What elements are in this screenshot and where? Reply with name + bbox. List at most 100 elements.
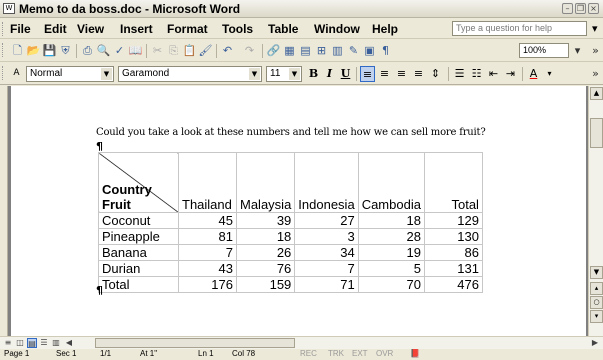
table-cell[interactable]: 18 <box>357 212 425 229</box>
table-cell[interactable]: 476 <box>423 276 483 293</box>
numbering-icon[interactable]: ☰ <box>452 66 467 82</box>
table-cell[interactable]: 81 <box>178 228 237 245</box>
align-right-icon[interactable]: ≡ <box>394 66 409 82</box>
underline-button[interactable]: U <box>338 66 353 82</box>
web-layout-icon[interactable]: ◫ <box>15 338 25 348</box>
justify-icon[interactable]: ≡ <box>411 66 426 82</box>
vertical-ruler[interactable] <box>0 86 8 348</box>
table-cell[interactable]: 7 <box>178 244 237 261</box>
toolbar-overflow-icon[interactable]: » <box>588 43 603 58</box>
scroll-down-icon[interactable]: ▼ <box>590 266 603 279</box>
show-hide-icon[interactable]: ¶ <box>378 43 393 58</box>
normal-view-icon[interactable]: ≡ <box>3 338 13 348</box>
column-header[interactable]: Total <box>423 152 483 213</box>
minimize-button[interactable]: – <box>562 3 573 14</box>
menu-view[interactable]: View <box>77 22 104 36</box>
table-cell[interactable]: 76 <box>235 260 296 277</box>
table-cell[interactable]: 28 <box>357 228 425 245</box>
line-spacing-icon[interactable]: ⇕ <box>428 66 443 82</box>
research-icon[interactable]: 📖 <box>128 43 143 58</box>
word-doc-icon[interactable]: W <box>3 3 15 14</box>
table-cell[interactable]: 70 <box>357 276 425 293</box>
bullets-icon[interactable]: ☷ <box>469 66 484 82</box>
font-color-icon[interactable]: A <box>526 66 541 82</box>
table-cell[interactable]: 45 <box>178 212 237 229</box>
row-label[interactable]: Banana <box>98 244 179 261</box>
columns-icon[interactable]: ▥ <box>330 43 345 58</box>
previous-page-icon[interactable]: ▴ <box>590 282 603 295</box>
increase-indent-icon[interactable]: ⇥ <box>503 66 518 82</box>
table-cell[interactable]: 5 <box>357 260 425 277</box>
table-cell[interactable]: 3 <box>294 228 359 245</box>
column-header[interactable]: Thailand <box>178 152 237 213</box>
table-cell[interactable]: 131 <box>423 260 483 277</box>
open-icon[interactable]: 📂 <box>26 43 41 58</box>
redo-icon[interactable]: ↷ <box>242 43 257 58</box>
row-label[interactable]: Pineapple <box>98 228 179 245</box>
insert-excel-icon[interactable]: ⊞ <box>314 43 329 58</box>
print-icon[interactable]: ⎙ <box>80 43 95 58</box>
new-document-icon[interactable]: 🗋 <box>10 43 25 58</box>
row-label[interactable]: Total <box>98 276 179 293</box>
outline-view-icon[interactable]: ☰ <box>39 338 49 348</box>
save-icon[interactable]: 💾 <box>42 43 57 58</box>
horizontal-scroll-thumb[interactable] <box>95 338 295 348</box>
table-cell[interactable]: 71 <box>294 276 359 293</box>
table-cell[interactable]: 130 <box>423 228 483 245</box>
table-cell[interactable]: 86 <box>423 244 483 261</box>
status-ext[interactable]: EXT <box>352 349 368 358</box>
scroll-left-icon[interactable]: ◀ <box>64 338 74 348</box>
horizontal-scrollbar[interactable]: ≡ ◫ ▤ ☰ ▥ ◀ ▶ <box>0 336 603 349</box>
status-rec[interactable]: REC <box>300 349 317 358</box>
print-layout-icon[interactable]: ▤ <box>27 338 37 348</box>
bold-button[interactable]: B <box>306 66 321 82</box>
table-cell[interactable]: 34 <box>294 244 359 261</box>
table-cell[interactable]: 159 <box>235 276 296 293</box>
table-cell[interactable]: 18 <box>235 228 296 245</box>
table-cell[interactable]: 19 <box>357 244 425 261</box>
spelling-icon[interactable]: ✓ <box>112 43 127 58</box>
cut-icon[interactable]: ✂ <box>150 43 165 58</box>
styles-formatting-icon[interactable]: A <box>9 66 24 81</box>
toolbar-grip[interactable] <box>2 43 5 57</box>
print-preview-icon[interactable]: 🔍 <box>96 43 111 58</box>
table-cell[interactable]: 27 <box>294 212 359 229</box>
vertical-scrollbar[interactable]: ▲ ▼ ▴ ○ ▾ <box>588 86 603 348</box>
format-painter-icon[interactable]: 🖌 <box>198 43 213 58</box>
menu-tools[interactable]: Tools <box>222 22 253 36</box>
memo-paragraph[interactable]: Could you take a look at these numbers a… <box>96 127 486 138</box>
insert-table-icon[interactable]: ▤ <box>298 43 313 58</box>
corner-cell[interactable]: Country Fruit <box>98 152 179 213</box>
menu-table[interactable]: Table <box>268 22 298 36</box>
table-cell[interactable]: 7 <box>294 260 359 277</box>
zoom-select[interactable]: 100% <box>519 43 569 58</box>
menu-format[interactable]: Format <box>167 22 208 36</box>
undo-icon[interactable]: ↶ <box>220 43 235 58</box>
table-cell[interactable]: 176 <box>178 276 237 293</box>
status-ovr[interactable]: OVR <box>376 349 393 358</box>
table-cell[interactable]: 129 <box>423 212 483 229</box>
status-trk[interactable]: TRK <box>328 349 344 358</box>
scroll-up-icon[interactable]: ▲ <box>590 87 603 100</box>
close-button[interactable]: × <box>588 3 599 14</box>
table-cell[interactable]: 39 <box>235 212 296 229</box>
help-dropdown-icon[interactable]: ▾ <box>592 22 598 35</box>
next-page-icon[interactable]: ▾ <box>590 310 603 323</box>
table-cell[interactable]: 26 <box>235 244 296 261</box>
restore-button[interactable]: ❐ <box>575 3 586 14</box>
reading-layout-icon[interactable]: ▥ <box>51 338 61 348</box>
row-label[interactable]: Coconut <box>98 212 179 229</box>
italic-button[interactable]: I <box>322 66 337 82</box>
menu-grip[interactable] <box>2 22 5 36</box>
help-search-input[interactable]: Type a question for help <box>452 21 587 36</box>
chevron-down-icon[interactable]: ▼ <box>101 68 112 80</box>
font-select[interactable]: Garamond ▼ <box>118 66 262 82</box>
menu-file[interactable]: File <box>10 22 31 36</box>
fruit-table[interactable]: Country Fruit Thailand Malaysia Indonesia… <box>98 152 483 293</box>
scroll-thumb[interactable] <box>590 118 603 148</box>
column-header[interactable]: Indonesia <box>294 152 359 213</box>
copy-icon[interactable]: ⎘ <box>166 43 181 58</box>
align-left-icon[interactable]: ≡ <box>360 66 375 82</box>
zoom-dropdown-icon[interactable]: ▾ <box>570 43 585 58</box>
drawing-icon[interactable]: ✎ <box>346 43 361 58</box>
